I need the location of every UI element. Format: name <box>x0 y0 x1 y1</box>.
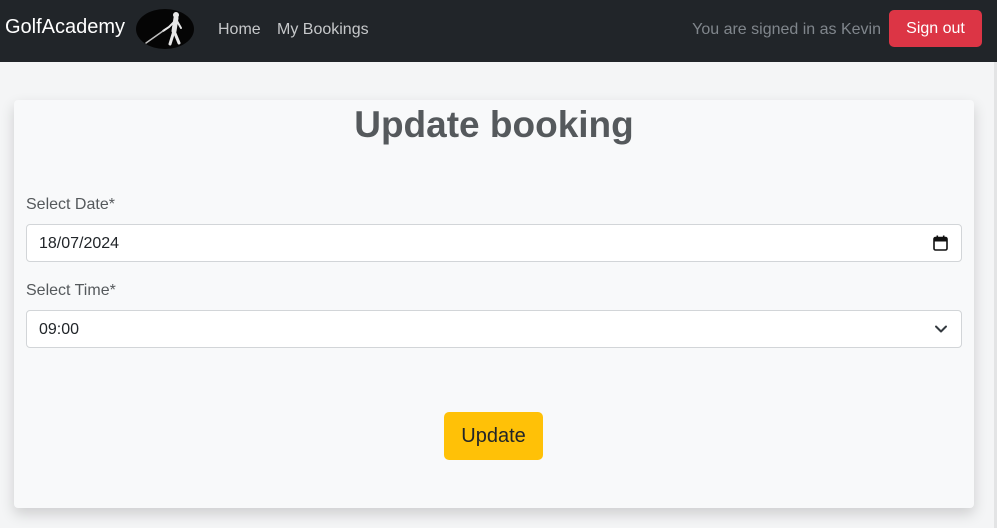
chevron-down-icon <box>935 325 947 333</box>
signed-in-status: You are signed in as Kevin <box>692 21 881 38</box>
update-button[interactable]: Update <box>444 412 543 460</box>
update-booking-card: Update booking Select Date* 18/07/2024 S… <box>14 100 974 508</box>
nav-my-bookings-link[interactable]: My Bookings <box>277 20 369 40</box>
navbar: GolfAcademy Home My Bookings You are sig… <box>0 0 997 62</box>
sign-out-button[interactable]: Sign out <box>889 10 982 47</box>
calendar-icon[interactable] <box>933 235 948 251</box>
time-select[interactable]: 09:00 <box>26 310 962 348</box>
page-title: Update booking <box>354 104 634 145</box>
golfer-logo-icon[interactable] <box>136 9 194 49</box>
time-label: Select Time* <box>26 282 116 299</box>
nav-home-link[interactable]: Home <box>218 20 261 40</box>
time-value: 09:00 <box>39 321 80 338</box>
brand-link[interactable]: GolfAcademy <box>5 15 125 39</box>
date-value: 18/07/2024 <box>39 235 120 252</box>
date-label: Select Date* <box>26 196 115 213</box>
date-input[interactable]: 18/07/2024 <box>26 224 962 262</box>
